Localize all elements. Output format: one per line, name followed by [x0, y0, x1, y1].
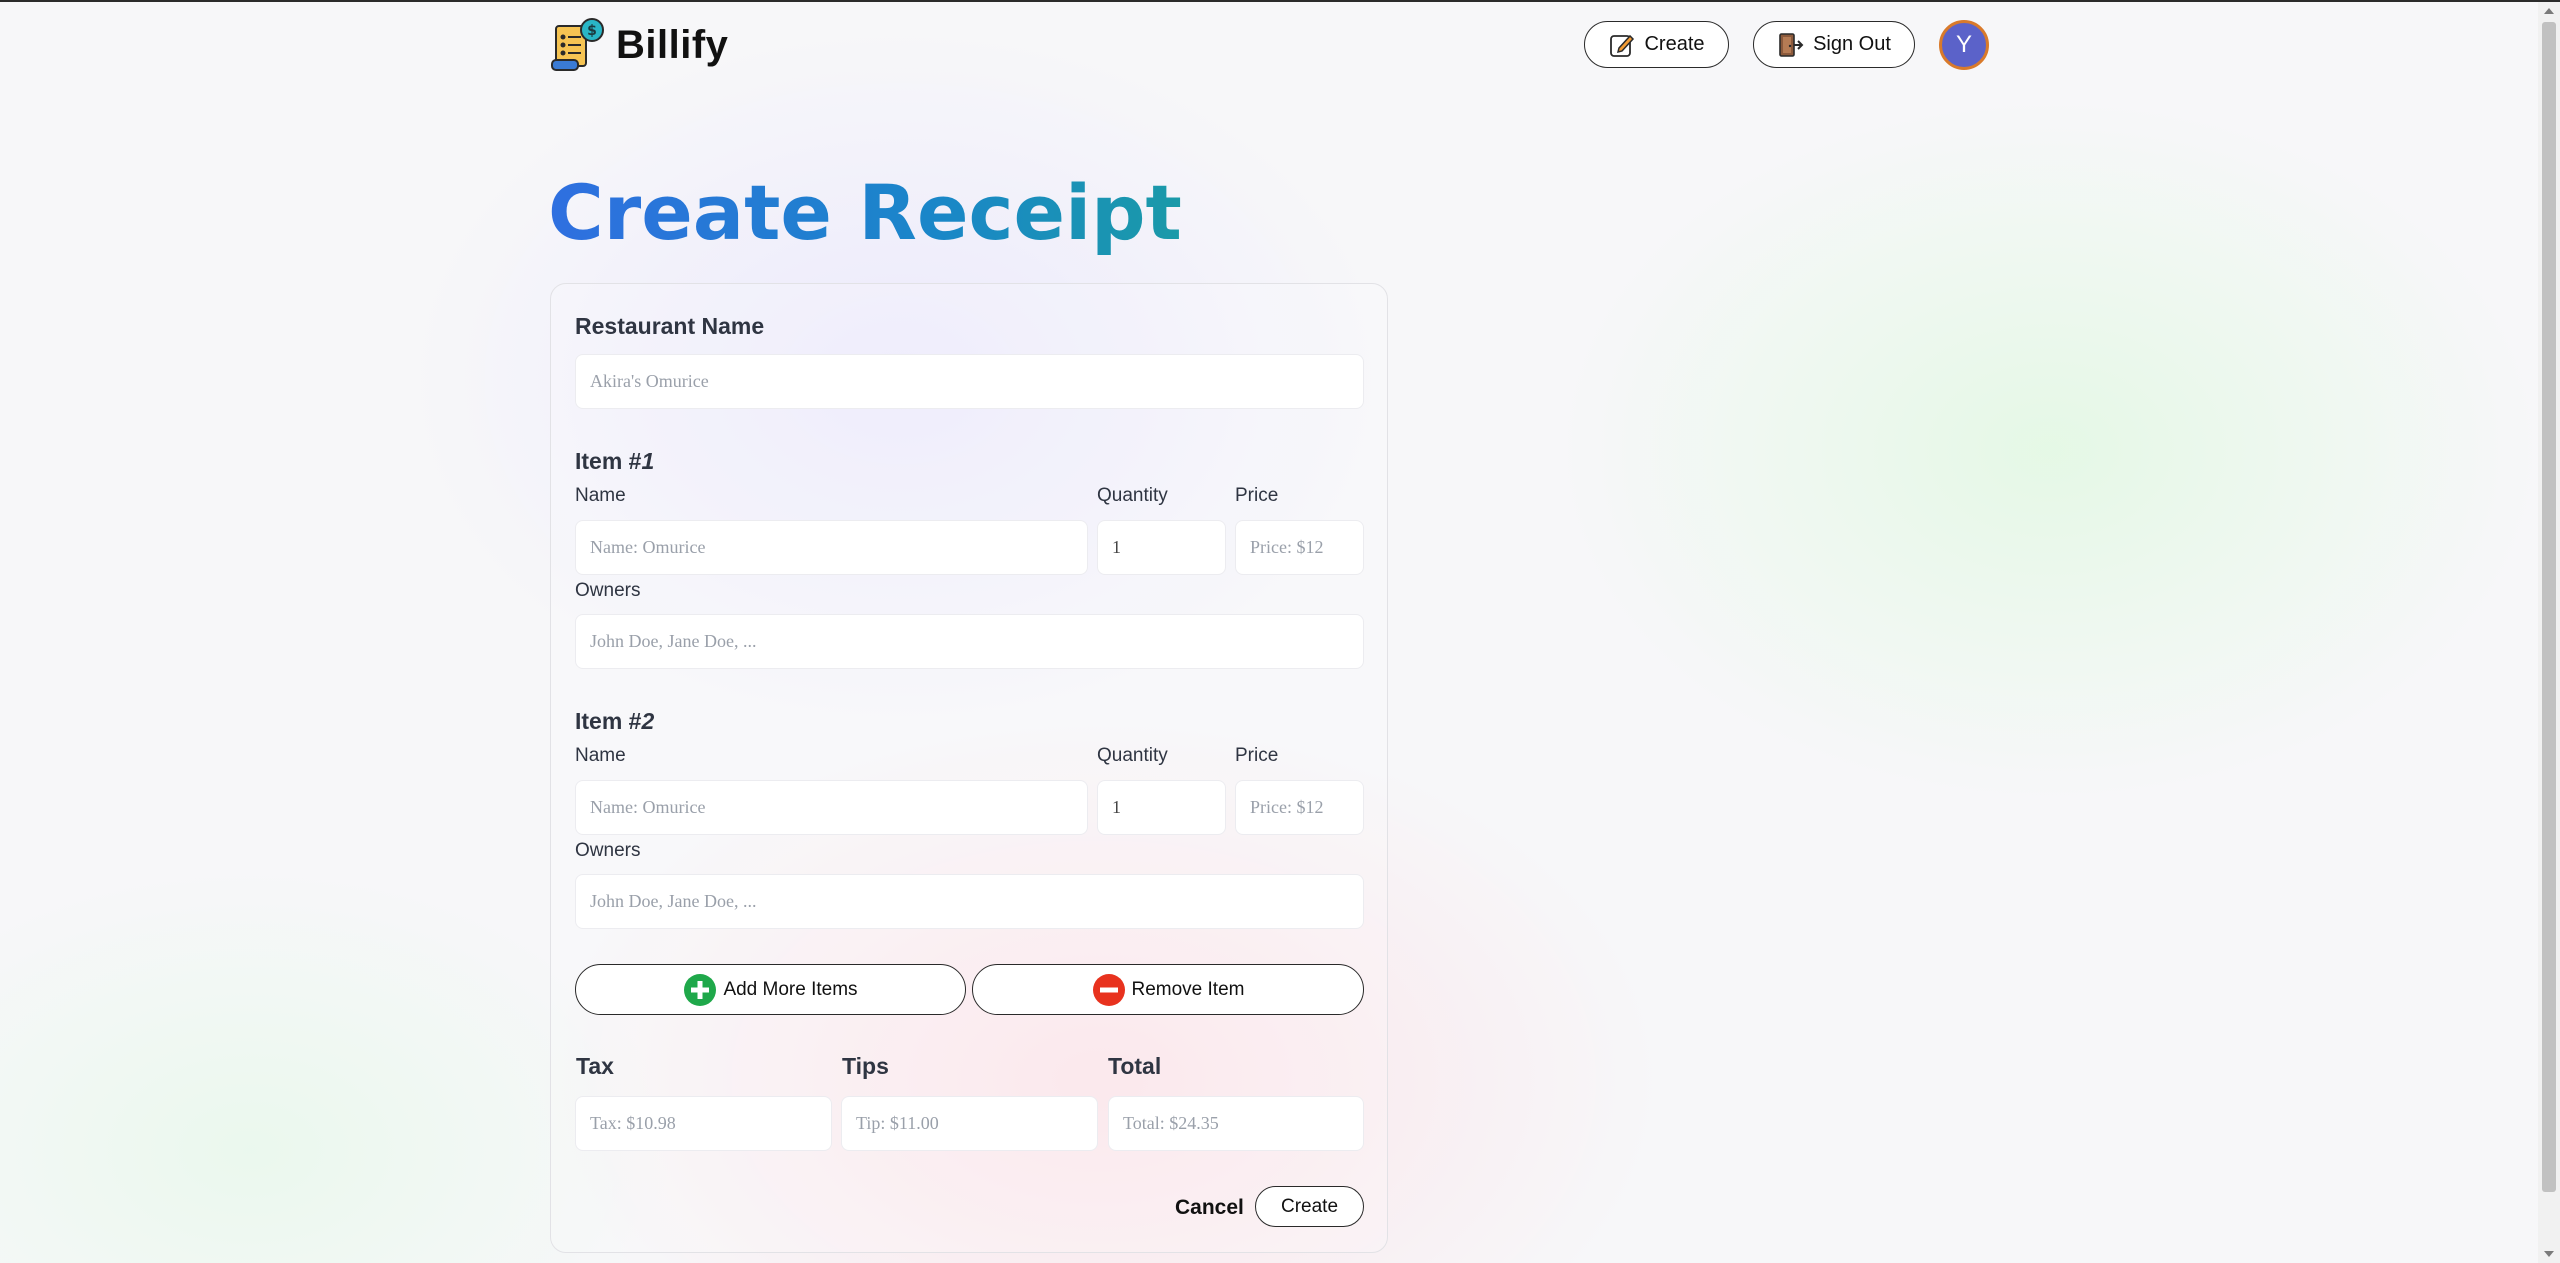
total-label: Total — [1108, 1053, 1162, 1079]
item-2-price-label: Price — [1235, 745, 1279, 766]
door-exit-icon — [1779, 32, 1804, 57]
scrollbar-thumb[interactable] — [2542, 22, 2556, 1192]
item-1-price-label: Price — [1235, 485, 1279, 506]
item-1-owners-label: Owners — [575, 580, 641, 601]
item-2-price-input[interactable] — [1235, 780, 1364, 835]
item-number: 2 — [641, 708, 655, 734]
item-1-quantity-label: Quantity — [1097, 485, 1168, 506]
avatar-initial: Y — [1955, 31, 1972, 58]
restaurant-name-input[interactable] — [575, 354, 1364, 409]
edit-note-icon — [1610, 34, 1635, 57]
sign-out-button[interactable]: Sign Out — [1753, 21, 1915, 68]
brand-logo[interactable]: $ Billify — [548, 16, 728, 74]
receipt-dollar-icon: $ — [551, 18, 604, 71]
item-2-quantity-label: Quantity — [1097, 745, 1168, 766]
item-1-heading: Item #1 — [575, 448, 654, 475]
create-receipt-label: Create — [1280, 1195, 1339, 1217]
item-number: 1 — [641, 448, 655, 474]
item-2-quantity-input[interactable] — [1097, 780, 1226, 835]
item-2-name-label: Name — [575, 745, 626, 766]
tips-label: Tips — [842, 1053, 889, 1079]
minus-circle-icon — [1092, 973, 1125, 1006]
tax-input[interactable] — [575, 1096, 832, 1151]
item-2-owners-label: Owners — [575, 840, 641, 861]
item-heading-text: Item # — [575, 448, 642, 474]
remove-item-label: Remove Item — [1131, 978, 1245, 1000]
item-2-heading: Item #2 — [575, 708, 654, 735]
scroll-up-arrow-icon[interactable] — [2544, 8, 2554, 14]
tips-input[interactable] — [841, 1096, 1098, 1151]
item-1-name-input[interactable] — [575, 520, 1088, 575]
create-receipt-button[interactable]: Create — [1255, 1186, 1364, 1227]
cancel-button[interactable]: Cancel — [1175, 1196, 1244, 1220]
brand-name: Billify — [616, 22, 729, 67]
restaurant-name-label: Restaurant Name — [575, 313, 765, 339]
item-2-name-input[interactable] — [575, 780, 1088, 835]
add-more-items-button[interactable]: Add More Items — [575, 964, 966, 1015]
scroll-down-arrow-icon[interactable] — [2544, 1251, 2554, 1257]
item-1-owners-input[interactable] — [575, 614, 1364, 669]
item-1-price-input[interactable] — [1235, 520, 1364, 575]
item-1-quantity-input[interactable] — [1097, 520, 1226, 575]
sign-out-label: Sign Out — [1813, 33, 1891, 55]
item-2-owners-input[interactable] — [575, 874, 1364, 929]
remove-item-button[interactable]: Remove Item — [972, 964, 1364, 1015]
add-more-items-label: Add More Items — [723, 978, 858, 1000]
page-scrollbar[interactable] — [2538, 2, 2560, 1263]
page-title: Create Receipt — [548, 168, 1182, 257]
plus-circle-icon — [684, 973, 717, 1006]
user-avatar[interactable]: Y — [1939, 20, 1989, 70]
header-create-label: Create — [1644, 33, 1705, 55]
tax-label: Tax — [576, 1053, 614, 1079]
svg-text:$: $ — [587, 23, 597, 39]
item-1-name-label: Name — [575, 485, 626, 506]
window-top-border — [0, 0, 2560, 2]
header-create-button[interactable]: Create — [1584, 21, 1729, 68]
total-input[interactable] — [1108, 1096, 1364, 1151]
item-heading-text: Item # — [575, 708, 642, 734]
